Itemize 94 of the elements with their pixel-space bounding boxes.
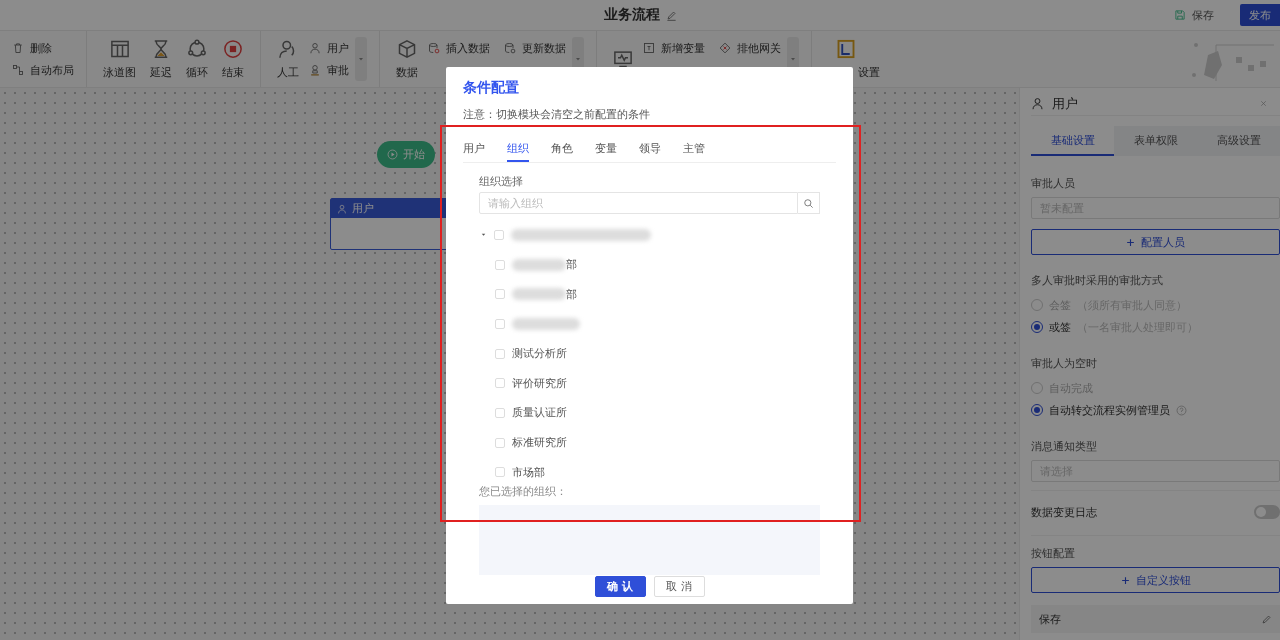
toolbar-button[interactable]: 新增变量 [643,37,705,59]
toggle-switch[interactable] [1254,505,1280,519]
search-icon [803,197,814,209]
plus-icon [1126,237,1135,247]
panel-tab[interactable]: 高级设置 [1197,126,1280,156]
gateway-icon [719,42,731,54]
tree-label: 市场部 [512,464,545,478]
toolbar-button[interactable]: 删除 [12,37,74,59]
dialog-note: 注意：切换模块会清空之前配置的条件 [463,107,651,122]
checkbox[interactable] [494,229,504,240]
save-button[interactable]: 保存 [1174,7,1214,23]
checkbox[interactable] [495,259,505,270]
search-button[interactable] [798,192,820,214]
expand-caret-icon [479,231,487,239]
dialog-tab[interactable]: 领导 [639,136,661,162]
caret-icon [789,55,797,63]
user-icon [337,203,347,214]
checkbox[interactable] [495,407,505,418]
page-title: 业务流程 [603,6,660,24]
button-item[interactable]: 保存 [1031,605,1280,633]
configure-button[interactable]: 配置人员 [1031,229,1280,255]
radio-label: 自动转交流程实例管理员 [1049,402,1170,418]
checkbox[interactable] [495,467,505,478]
database-icon [428,42,440,54]
checkbox[interactable] [495,348,505,359]
toolbar-button[interactable]: 用户 [309,37,349,59]
dialog-tab[interactable]: 组织 [507,136,529,162]
panel-title: 用户 [1052,94,1079,113]
button-item-label: 保存 [1039,611,1061,627]
tree-label: 测试分析所 [512,346,567,362]
monitor-icon [613,49,633,69]
dialog-tab[interactable]: 用户 [463,136,485,162]
panel-tab[interactable]: 基础设置 [1031,126,1114,156]
publish-button[interactable]: 发布 [1240,4,1280,26]
field-label: 数据变更日志 [1031,504,1097,520]
toolbar-button[interactable]: 泳道图 [99,38,140,80]
toolbar-button[interactable]: 循环 [182,38,212,80]
toolbar-button[interactable]: 结束 [218,38,248,80]
field-label: 审批人员 [1031,176,1076,191]
toolbar-button[interactable]: 审批 [309,59,349,81]
stamp-icon [309,64,321,76]
checkbox[interactable] [495,437,505,448]
field-label: 组织选择 [479,174,524,189]
save-icon [1174,9,1186,21]
radio-label: 或签 [1049,319,1071,335]
close-icon [1259,99,1268,108]
field-label: 消息通知类型 [1031,439,1098,454]
caret-icon [574,55,582,63]
dialog-tab[interactable]: 角色 [551,136,573,162]
cube-icon [397,38,417,59]
toolbar-button[interactable]: 延迟 [146,38,176,80]
edit-icon [665,9,677,21]
database-icon [504,42,516,54]
stop-icon [223,38,243,59]
tree-label: 标准研究所 [512,435,567,451]
cycle-icon [187,38,207,59]
grid-icon [109,38,130,59]
field-label: 按钮配置 [1031,546,1076,561]
dialog-tab[interactable]: 主管 [683,136,705,162]
field-label: 多人审批时采用的审批方式 [1031,273,1164,288]
toolbar-button[interactable]: 更新数据 [504,37,566,59]
layout-icon [12,64,24,76]
dialog-title: 条件配置 [463,79,520,97]
cancel-button[interactable]: 取 消 [653,576,705,597]
tree-label: 评价研究所 [512,375,567,391]
variable-icon [643,42,655,54]
node-title: 用户 [352,201,374,216]
plus-icon [1120,575,1130,585]
play-icon [387,149,398,160]
tree-label: 质量认证所 [512,405,567,421]
add-button[interactable]: 自定义按钮 [1031,567,1280,593]
selected-label: 您已选择的组织： [479,484,568,499]
toolbar-button[interactable]: 插入数据 [428,37,490,59]
document-icon [836,38,856,59]
toolbar-button[interactable]: 设置 [836,38,880,80]
field-label: 审批人为空时 [1031,356,1098,371]
panel-tab[interactable]: 表单权限 [1114,126,1197,156]
tree-label: 部 [566,257,577,273]
checkbox[interactable] [495,318,505,329]
caret-icon [357,55,365,63]
edit-icon [1261,613,1272,625]
toolbar-button[interactable]: 数据 [392,38,422,80]
user-icon [1031,97,1044,110]
toolbar-button[interactable]: 自动布局 [12,59,74,81]
toolbar-button[interactable]: 排他网关 [719,37,781,59]
toolbar-button[interactable]: 人工 [273,38,303,80]
user-icon [309,42,321,54]
checkbox[interactable] [495,378,505,389]
confirm-button[interactable]: 确 认 [594,576,646,597]
trash-icon [12,42,24,54]
dialog-tab[interactable]: 变量 [595,136,617,162]
tree-label: 部 [566,286,577,302]
checkbox[interactable] [495,289,505,300]
search-field[interactable]: 请输入组织 [479,192,798,214]
